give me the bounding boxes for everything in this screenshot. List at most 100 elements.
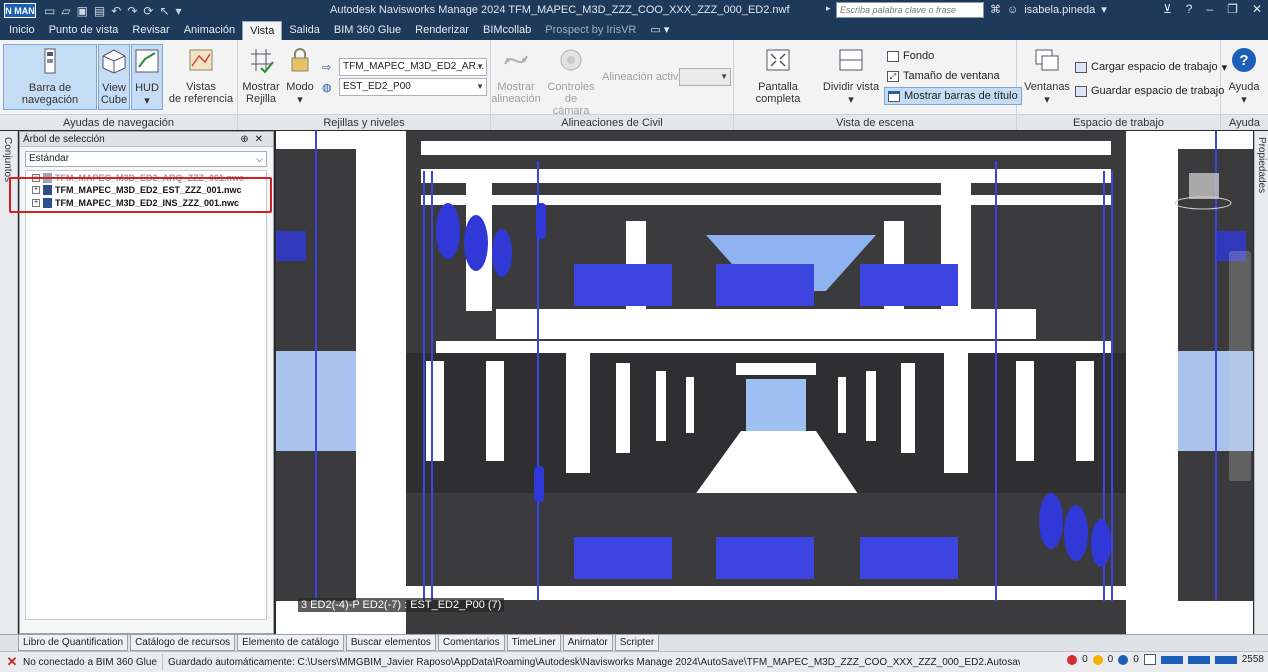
tab-vista[interactable]: Vista [242,21,283,40]
save-workspace-button[interactable]: Guardar espacio de trabajo [1075,82,1224,100]
user-icon[interactable]: ☺ [1007,4,1018,16]
info-icon[interactable] [1118,654,1129,665]
user-name[interactable]: isabela.pineda [1024,4,1095,16]
tab-inicio[interactable]: Inicio [2,21,42,40]
sheet-browser-icon[interactable] [1143,654,1156,665]
full-screen-button[interactable]: Pantalla completa [736,44,820,110]
tab-bim360-glue[interactable]: BIM 360 Glue [327,21,408,40]
redo-icon[interactable]: ↷ [127,4,137,18]
viewcube[interactable] [1173,167,1233,211]
view-cube-button[interactable]: View Cube [98,44,130,110]
tab-animator[interactable]: Animator [562,635,613,651]
load-workspace-button[interactable]: Cargar espacio de trabajo ▾ [1075,58,1227,76]
tree-mode-select[interactable]: Estándar ⌵ [25,151,267,167]
search-input[interactable]: Escriba palabra clave o frase [836,2,984,18]
close-icon[interactable]: ✕ [255,134,269,145]
select-icon[interactable]: ↖ [159,4,169,18]
binoculars-icon[interactable]: ⌘ [990,3,1001,16]
tree-item-ins[interactable]: + TFM_MAPEC_M3D_ED2_INS_ZZZ_001.nwc [32,197,239,209]
separator [161,654,163,670]
navigation-bar[interactable] [1229,251,1251,481]
split-view-button[interactable]: Dividir vista ▾ [822,44,880,110]
expand-icon[interactable]: + [32,199,40,207]
pin-icon[interactable]: ⊕ [240,134,254,145]
ribbon-tabs: Inicio Punto de vista Revisar Animación … [0,21,1268,40]
cart-icon[interactable]: ⊻ [1163,2,1172,16]
close-icon[interactable]: ✕ [1252,2,1262,16]
windows-icon [1035,49,1059,71]
minimize-icon[interactable]: – [1206,2,1213,16]
memory-usage: 2558 [1241,654,1264,665]
tab-resource-catalog[interactable]: Catálogo de recursos [130,635,236,651]
show-alignment-button[interactable]: Mostrar alineación [491,44,541,110]
sets-strip[interactable]: Conjuntos [0,131,18,634]
restore-icon[interactable]: ❐ [1227,2,1238,16]
help-icon: ? [1232,48,1256,72]
chevron-down-icon: ▾ [848,94,854,106]
active-alignment-label: Alineación activa [602,71,685,83]
3d-viewport[interactable]: 3 ED2(-4)-P ED2(-7) : EST_ED2_P00 (7) [276,131,1253,634]
show-title-bars-button[interactable]: Mostrar barras de título [884,87,1022,105]
tab-salida[interactable]: Salida [282,21,327,40]
windows-button[interactable]: Ventanas ▾ [1021,44,1073,110]
chevron-down-icon[interactable]: ▾ [1101,3,1107,16]
refresh-icon[interactable]: ⟳ [143,4,153,18]
panel-workspace: Ventanas ▾ Cargar espacio de trabajo ▾ G… [1017,40,1227,130]
error-icon[interactable] [1067,654,1078,665]
camera-controls-button[interactable]: Controles de cámara [543,44,599,117]
properties-tab[interactable]: Propiedades [1256,137,1267,193]
tab-find-items[interactable]: Buscar elementos [345,635,436,651]
panel-help: ? Ayuda ▾ Ayuda [1221,40,1268,130]
help-icon[interactable]: ? [1186,2,1193,16]
app-logo[interactable]: N MAN [4,3,36,18]
hud-button[interactable]: HUD ▾ [131,44,163,110]
tab-punto-de-vista[interactable]: Punto de vista [42,21,126,40]
print-icon[interactable]: ▤ [94,4,105,18]
expand-icon[interactable]: + [32,186,40,194]
help-button[interactable]: ? Ayuda ▾ [1223,44,1265,110]
tab-scripter[interactable]: Scripter [614,635,660,651]
sets-tab[interactable]: Conjuntos [2,137,13,182]
warning-icon[interactable] [1092,654,1103,665]
tab-renderizar[interactable]: Renderizar [408,21,476,40]
grid-icon [251,49,274,74]
panel-controls: ⊕✕ [240,132,269,147]
new-file-icon[interactable]: ▭ [44,4,55,18]
chevron-down-icon: ▼ [720,72,728,81]
hud-icon [135,49,159,73]
model-combo[interactable]: TFM_MAPEC_M3D_ED2_AR... ▼ [339,58,487,76]
svg-text:?: ? [1239,52,1248,69]
show-grid-button[interactable]: Mostrar Rejilla [242,44,280,110]
chevron-down-icon: ▾ [1044,94,1050,106]
tab-prospect[interactable]: Prospect by IrisVR [538,21,643,40]
panel-label: Vista de escena [734,114,1016,130]
properties-strip[interactable]: Propiedades [1254,131,1268,634]
customize-icon[interactable]: ▾ [176,4,182,18]
reference-views-button[interactable]: Vistas de referencia [168,44,234,110]
background-button[interactable]: Fondo [887,47,934,65]
tree-item-arq[interactable]: + TFM_MAPEC_M3D_ED2_ARQ_ZZZ_001.nwc [32,172,244,184]
window-size-button[interactable]: ⤢ Tamaño de ventana [887,67,1000,85]
tab-animacion[interactable]: Animación [177,21,242,40]
open-file-icon[interactable]: ▱ [61,4,70,18]
disconnected-icon[interactable]: ✕ [5,655,19,669]
navigation-bar-button[interactable]: Barra de navegación [3,44,97,110]
panel-label: Alineaciones de Civil [491,114,733,130]
active-alignment-combo[interactable]: ▼ [679,68,731,86]
panel-title: Árbol de selección [23,134,105,145]
tab-revisar[interactable]: Revisar [125,21,176,40]
tab-quantification[interactable]: Libro de Quantification [18,635,129,651]
tab-extra-icon[interactable]: ▭ ▾ [643,21,676,40]
tab-catalog-item[interactable]: Elemento de catálogo [237,635,344,651]
tab-comments[interactable]: Comentarios [437,635,505,651]
search-expand-icon[interactable]: ▸ [826,3,831,14]
tab-bimcollab[interactable]: BIMcollab [476,21,538,40]
expand-icon[interactable]: + [32,174,40,182]
user-area: ⌘ ☺ isabela.pineda ▾ [990,3,1107,17]
tab-timeliner[interactable]: TimeLiner [506,635,561,651]
undo-icon[interactable]: ↶ [111,4,121,18]
grid-mode-button[interactable]: Modo ▾ [282,44,318,110]
save-icon[interactable]: ▣ [77,4,88,18]
tree-item-est[interactable]: + TFM_MAPEC_M3D_ED2_EST_ZZZ_001.nwc [32,184,242,196]
level-combo[interactable]: EST_ED2_P00 ▼ [339,78,487,96]
